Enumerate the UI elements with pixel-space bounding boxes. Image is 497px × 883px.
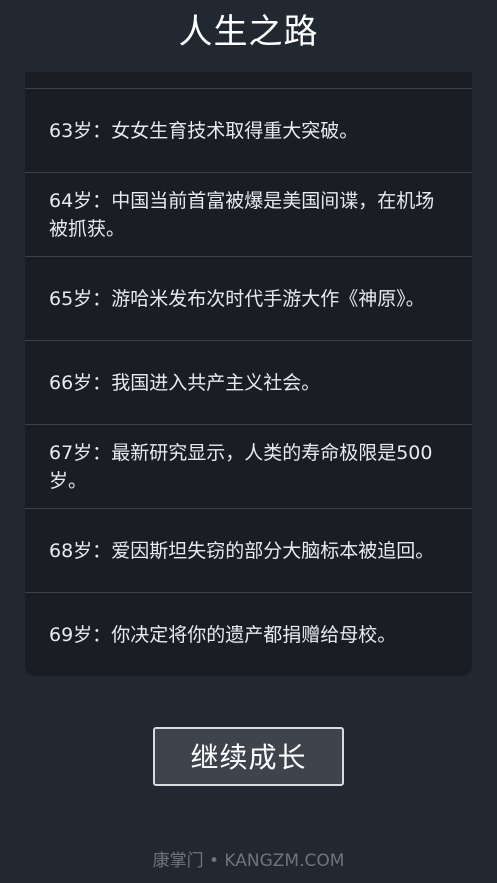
event-row-67: 67岁：最新研究显示，人类的寿命极限是500岁。 — [25, 424, 472, 508]
event-row-text: 63岁：女女生育技术取得重大突破。 — [49, 117, 439, 145]
event-log-panel[interactable]: 63岁：女女生育技术取得重大突破。 64岁：中国当前首富被爆是美国间谍，在机场被… — [25, 72, 472, 676]
event-age: 67岁： — [49, 441, 112, 464]
event-list: 63岁：女女生育技术取得重大突破。 64岁：中国当前首富被爆是美国间谍，在机场被… — [25, 88, 472, 676]
event-age: 65岁： — [49, 287, 112, 310]
event-age: 64岁： — [49, 189, 112, 212]
event-row-63: 63岁：女女生育技术取得重大突破。 — [25, 88, 472, 172]
event-row-text: 66岁：我国进入共产主义社会。 — [49, 369, 439, 397]
event-row-69: 69岁：你决定将你的遗产都捐赠给母校。 — [25, 592, 472, 676]
event-row-66: 66岁：我国进入共产主义社会。 — [25, 340, 472, 424]
event-description: 你决定将你的遗产都捐赠给母校。 — [111, 623, 397, 646]
event-row-text: 65岁：游哈米发布次时代手游大作《神原》。 — [49, 285, 439, 313]
event-description: 爱因斯坦失窃的部分大脑标本被追回。 — [111, 539, 435, 562]
event-row-68: 68岁：爱因斯坦失窃的部分大脑标本被追回。 — [25, 508, 472, 592]
page-title: 人生之路 — [178, 12, 319, 52]
event-row-64: 64岁：中国当前首富被爆是美国间谍，在机场被抓获。 — [25, 172, 472, 256]
event-row-text: 69岁：你决定将你的遗产都捐赠给母校。 — [49, 621, 439, 649]
event-age: 63岁： — [49, 119, 112, 142]
event-description: 游哈米发布次时代手游大作《神原》。 — [111, 287, 425, 310]
event-age: 68岁： — [49, 539, 112, 562]
continue-growing-button[interactable]: 继续成长 — [153, 727, 344, 786]
event-row-65: 65岁：游哈米发布次时代手游大作《神原》。 — [25, 256, 472, 340]
event-age: 69岁： — [49, 623, 112, 646]
event-description: 我国进入共产主义社会。 — [111, 371, 321, 394]
watermark: 康掌门 • KANGZM.COM — [152, 851, 345, 871]
event-row-text: 68岁：爱因斯坦失窃的部分大脑标本被追回。 — [49, 537, 439, 565]
event-age: 66岁： — [49, 371, 112, 394]
event-row-text: 67岁：最新研究显示，人类的寿命极限是500岁。 — [49, 439, 439, 495]
event-description: 女女生育技术取得重大突破。 — [111, 119, 359, 142]
event-row-text: 64岁：中国当前首富被爆是美国间谍，在机场被抓获。 — [49, 187, 439, 243]
